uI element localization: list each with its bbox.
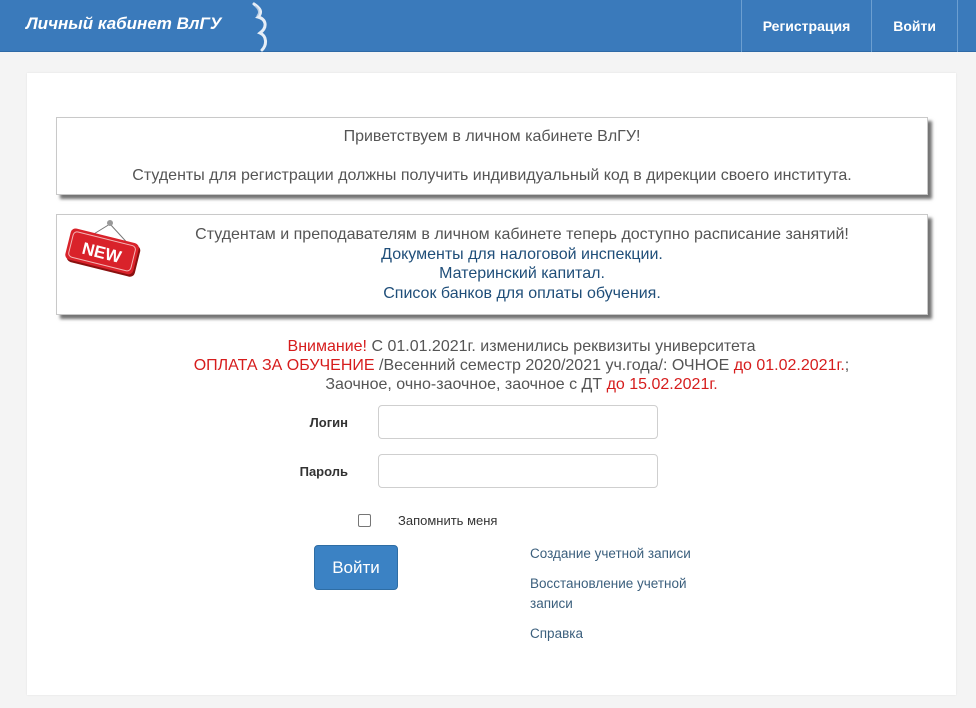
main-panel: Приветствуем в личном кабинете ВлГУ! Сту…: [27, 73, 956, 695]
deadline-parttime: до 15.02.2021г.: [606, 376, 718, 393]
news-notice: NEW Студентам и преподавателям в личном …: [56, 214, 928, 315]
login-input[interactable]: [378, 405, 658, 439]
payment-warning: Внимание! С 01.01.2021г. изменились рекв…: [87, 337, 956, 394]
nav-login-link[interactable]: Войти: [871, 0, 958, 52]
remember-me-checkbox[interactable]: [358, 514, 371, 527]
payment-label: ОПЛАТА ЗА ОБУЧЕНИЕ: [193, 357, 375, 374]
banks-list-link[interactable]: Список банков для оплаты обучения.: [117, 284, 927, 304]
login-button[interactable]: Войти: [314, 545, 398, 590]
welcome-notice: Приветствуем в личном кабинете ВлГУ! Сту…: [56, 117, 928, 195]
top-navbar: Личный кабинет ВлГУ Регистрация Войти: [0, 0, 976, 52]
warning-line-3: Заочное, очно-заочное, заочное с ДТ до 1…: [325, 376, 718, 393]
login-label: Логин: [309, 415, 348, 430]
brand-title[interactable]: Личный кабинет ВлГУ: [26, 14, 221, 34]
tax-docs-link[interactable]: Документы для налоговой инспекции.: [117, 245, 927, 265]
create-account-link[interactable]: Создание учетной записи: [530, 544, 720, 564]
welcome-heading: Приветствуем в личном кабинете ВлГУ!: [343, 128, 641, 145]
nav-register-link[interactable]: Регистрация: [740, 0, 872, 52]
attention-label: Внимание!: [287, 338, 367, 355]
news-text: Студентам и преподавателям в личном каби…: [117, 225, 927, 303]
warning-line-1: Внимание! С 01.01.2021г. изменились рекв…: [287, 338, 756, 355]
nav-menu: Регистрация Войти: [740, 0, 958, 52]
help-link[interactable]: Справка: [530, 624, 720, 644]
deadline-fulltime: до 01.02.2021г.: [733, 357, 845, 374]
password-input[interactable]: [378, 454, 658, 488]
registration-info: Студенты для регистрации должны получить…: [132, 167, 852, 184]
schedule-announcement: Студентам и преподавателям в личном каби…: [195, 226, 849, 243]
account-links: Создание учетной записи Восстановление у…: [530, 544, 720, 654]
university-logo-icon: [252, 2, 267, 52]
restore-account-link[interactable]: Восстановление учетной записи: [530, 574, 720, 614]
password-label: Пароль: [299, 464, 348, 479]
remember-me-label[interactable]: Запомнить меня: [398, 513, 497, 528]
maternity-capital-link[interactable]: Материнский капитал.: [117, 264, 927, 284]
warning-line-2: ОПЛАТА ЗА ОБУЧЕНИЕ /Весенний семестр 202…: [193, 357, 850, 374]
